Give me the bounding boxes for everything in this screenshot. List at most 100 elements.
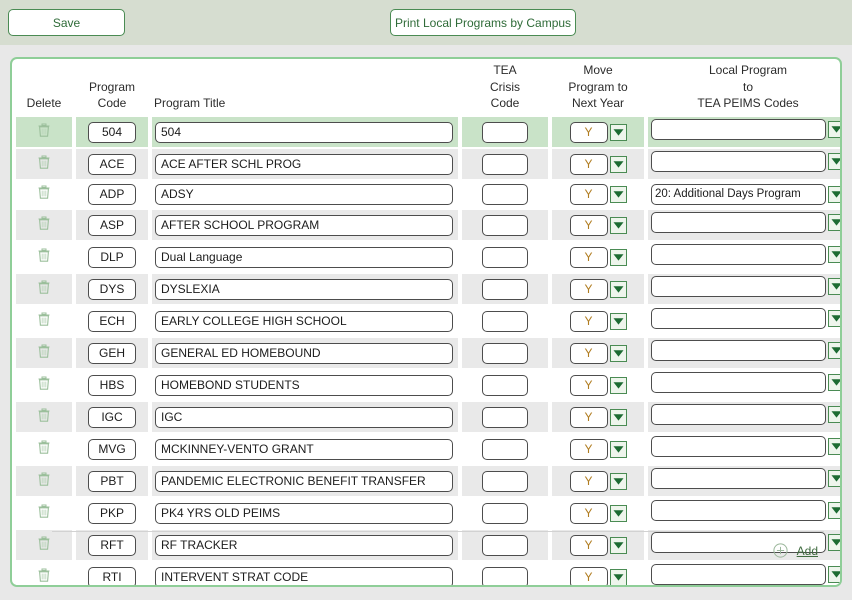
move-program-value[interactable]: Y	[569, 406, 608, 428]
chevron-down-icon[interactable]	[828, 278, 840, 295]
tea-peims-code-value[interactable]: 20: Additional Days Program	[651, 184, 826, 205]
tea-peims-code-value[interactable]	[651, 436, 826, 457]
program-title-input[interactable]: IGC	[155, 406, 453, 428]
chevron-down-icon[interactable]	[828, 310, 840, 327]
program-title-input[interactable]: AFTER SCHOOL PROGRAM	[155, 214, 453, 236]
move-program-dropdown[interactable]: Y	[569, 374, 627, 396]
program-code-input[interactable]: MVG	[88, 438, 136, 460]
program-title-input[interactable]: GENERAL ED HOMEBOUND	[155, 342, 453, 364]
tea-peims-code-dropdown[interactable]	[651, 212, 840, 233]
move-program-dropdown[interactable]: Y	[569, 214, 627, 236]
save-button[interactable]: Save	[8, 9, 125, 36]
tea-peims-code-dropdown[interactable]	[651, 276, 840, 297]
tea-peims-code-value[interactable]	[651, 244, 826, 265]
move-program-dropdown[interactable]: Y	[569, 153, 627, 175]
tea-peims-code-dropdown[interactable]	[651, 404, 840, 425]
chevron-down-icon[interactable]	[609, 440, 627, 458]
tea-peims-code-dropdown[interactable]: 20: Additional Days Program	[651, 184, 840, 205]
program-title-input[interactable]: EARLY COLLEGE HIGH SCHOOL	[155, 310, 453, 332]
tea-crisis-code-input[interactable]	[482, 374, 528, 396]
tea-peims-code-dropdown[interactable]	[651, 340, 840, 361]
tea-peims-code-value[interactable]	[651, 212, 826, 233]
program-code-input[interactable]: ASP	[88, 214, 136, 236]
tea-peims-code-value[interactable]	[651, 119, 826, 140]
move-program-value[interactable]: Y	[569, 278, 608, 300]
trash-icon[interactable]	[37, 375, 51, 391]
move-program-dropdown[interactable]: Y	[569, 121, 627, 143]
trash-icon[interactable]	[37, 407, 51, 423]
program-code-input[interactable]: PKP	[88, 502, 136, 524]
chevron-down-icon[interactable]	[609, 344, 627, 362]
tea-crisis-code-input[interactable]	[482, 470, 528, 492]
tea-peims-code-dropdown[interactable]	[651, 244, 840, 265]
trash-icon[interactable]	[37, 343, 51, 359]
move-program-value[interactable]: Y	[569, 153, 608, 175]
chevron-down-icon[interactable]	[828, 246, 840, 263]
trash-icon[interactable]	[37, 184, 51, 200]
tea-peims-code-value[interactable]	[651, 308, 826, 329]
chevron-down-icon[interactable]	[609, 123, 627, 141]
program-code-input[interactable]: IGC	[88, 406, 136, 428]
move-program-dropdown[interactable]: Y	[569, 184, 627, 205]
chevron-down-icon[interactable]	[828, 153, 840, 170]
tea-crisis-code-input[interactable]	[482, 406, 528, 428]
trash-icon[interactable]	[37, 122, 51, 138]
move-program-dropdown[interactable]: Y	[569, 502, 627, 524]
chevron-down-icon[interactable]	[609, 408, 627, 426]
program-title-input[interactable]: 504	[155, 121, 453, 143]
chevron-down-icon[interactable]	[828, 502, 840, 519]
move-program-value[interactable]: Y	[569, 438, 608, 460]
program-title-input[interactable]: DYSLEXIA	[155, 278, 453, 300]
move-program-value[interactable]: Y	[569, 342, 608, 364]
tea-crisis-code-input[interactable]	[482, 502, 528, 524]
tea-crisis-code-input[interactable]	[482, 184, 528, 205]
move-program-dropdown[interactable]: Y	[569, 406, 627, 428]
trash-icon[interactable]	[37, 154, 51, 170]
chevron-down-icon[interactable]	[609, 312, 627, 330]
program-title-input[interactable]: ACE AFTER SCHL PROG	[155, 153, 453, 175]
move-program-value[interactable]: Y	[569, 214, 608, 236]
tea-peims-code-value[interactable]	[651, 372, 826, 393]
chevron-down-icon[interactable]	[609, 472, 627, 490]
tea-peims-code-value[interactable]	[651, 340, 826, 361]
chevron-down-icon[interactable]	[828, 406, 840, 423]
tea-peims-code-value[interactable]	[651, 500, 826, 521]
tea-peims-code-value[interactable]	[651, 276, 826, 297]
move-program-value[interactable]: Y	[569, 310, 608, 332]
program-title-input[interactable]: HOMEBOND STUDENTS	[155, 374, 453, 396]
trash-icon[interactable]	[37, 503, 51, 519]
chevron-down-icon[interactable]	[828, 186, 840, 203]
tea-crisis-code-input[interactable]	[482, 438, 528, 460]
move-program-value[interactable]: Y	[569, 246, 608, 268]
tea-crisis-code-input[interactable]	[482, 342, 528, 364]
move-program-dropdown[interactable]: Y	[569, 278, 627, 300]
program-code-input[interactable]: ACE	[88, 153, 136, 175]
chevron-down-icon[interactable]	[609, 216, 627, 234]
program-title-input[interactable]: PK4 YRS OLD PEIMS	[155, 502, 453, 524]
tea-peims-code-dropdown[interactable]	[651, 468, 840, 489]
trash-icon[interactable]	[37, 247, 51, 263]
move-program-value[interactable]: Y	[569, 374, 608, 396]
trash-icon[interactable]	[37, 439, 51, 455]
chevron-down-icon[interactable]	[828, 438, 840, 455]
tea-peims-code-dropdown[interactable]	[651, 436, 840, 457]
trash-icon[interactable]	[37, 279, 51, 295]
tea-peims-code-dropdown[interactable]	[651, 119, 840, 140]
tea-peims-code-value[interactable]	[651, 468, 826, 489]
chevron-down-icon[interactable]	[828, 214, 840, 231]
chevron-down-icon[interactable]	[609, 155, 627, 173]
tea-crisis-code-input[interactable]	[482, 214, 528, 236]
move-program-dropdown[interactable]: Y	[569, 342, 627, 364]
chevron-down-icon[interactable]	[828, 121, 840, 138]
move-program-dropdown[interactable]: Y	[569, 470, 627, 492]
program-code-input[interactable]: HBS	[88, 374, 136, 396]
chevron-down-icon[interactable]	[609, 186, 627, 203]
program-code-input[interactable]: DYS	[88, 278, 136, 300]
move-program-dropdown[interactable]: Y	[569, 438, 627, 460]
chevron-down-icon[interactable]	[609, 248, 627, 266]
move-program-value[interactable]: Y	[569, 184, 608, 205]
move-program-dropdown[interactable]: Y	[569, 310, 627, 332]
tea-crisis-code-input[interactable]	[482, 246, 528, 268]
tea-crisis-code-input[interactable]	[482, 153, 528, 175]
program-title-input[interactable]: ADSY	[155, 184, 453, 205]
